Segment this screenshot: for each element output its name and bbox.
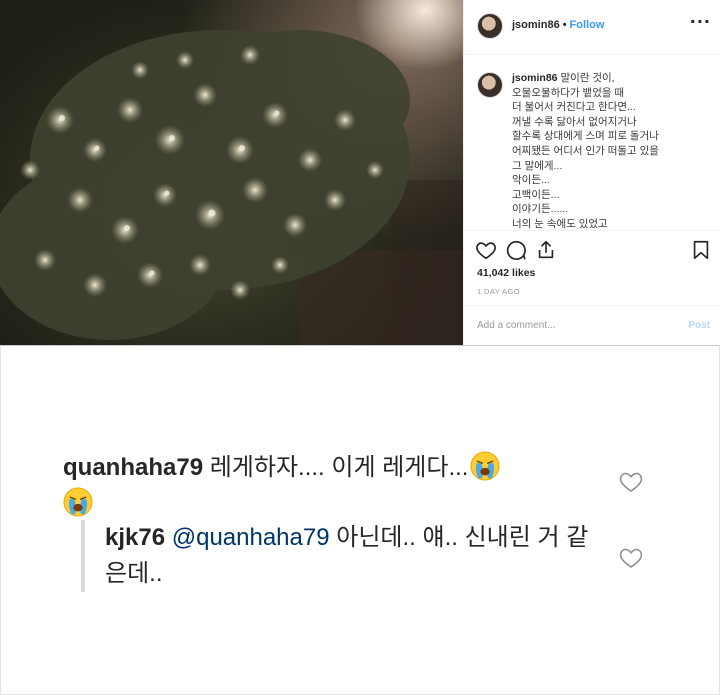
reply-username[interactable]: kjk76 bbox=[105, 524, 165, 551]
share-icon[interactable] bbox=[535, 239, 557, 261]
comment: quanhaha79 레게하자.... 이게 레게다... bbox=[63, 450, 583, 522]
flower-bush-image bbox=[0, 30, 463, 345]
action-bar: 41,042 likes 1 DAY AGO bbox=[464, 230, 720, 305]
separator-dot: • bbox=[562, 19, 567, 31]
like-reply-heart-icon[interactable] bbox=[618, 546, 644, 570]
comment-icon[interactable] bbox=[505, 239, 527, 261]
comment-text: 레게하자.... 이게 레게다... bbox=[203, 454, 469, 481]
crying-face-emoji bbox=[63, 487, 93, 517]
post-username-row: jsomin86 • Follow bbox=[512, 19, 604, 31]
caption: jsomin86 말이란 것이, 오물오물하다가 뱉었을 때 더 불어서 커진다… bbox=[464, 55, 720, 230]
post-username[interactable]: jsomin86 bbox=[512, 19, 560, 31]
like-count[interactable]: 41,042 likes bbox=[477, 267, 535, 279]
like-comment-heart-icon[interactable] bbox=[618, 470, 644, 494]
comments-section: quanhaha79 레게하자.... 이게 레게다... kjk76 @qua… bbox=[0, 345, 720, 695]
post-comment-button[interactable]: Post bbox=[688, 320, 710, 331]
follow-button[interactable]: Follow bbox=[570, 19, 605, 31]
post-sidebar: jsomin86 • Follow ··· jsomin86 말이란 것이, 오물오… bbox=[463, 0, 720, 345]
comment-username[interactable]: quanhaha79 bbox=[63, 454, 203, 481]
reply-thread: kjk76 @quanhaha79 아닌데.. 얘.. 신내린 거 같은데.. bbox=[81, 520, 601, 592]
crying-face-emoji bbox=[470, 451, 500, 481]
bookmark-icon[interactable] bbox=[690, 239, 712, 261]
comment-input[interactable]: Add a comment... bbox=[477, 320, 555, 331]
reply-comment: kjk76 @quanhaha79 아닌데.. 얘.. 신내린 거 같은데.. bbox=[105, 520, 605, 592]
post-header: jsomin86 • Follow ··· bbox=[464, 0, 720, 55]
caption-body: jsomin86 말이란 것이, 오물오물하다가 뱉었을 때 더 불어서 커진다… bbox=[512, 71, 712, 230]
instagram-post: jsomin86 • Follow ··· jsomin86 말이란 것이, 오물오… bbox=[0, 0, 720, 345]
heart-icon[interactable] bbox=[475, 239, 497, 261]
post-timestamp[interactable]: 1 DAY AGO bbox=[477, 287, 520, 296]
caption-text: 말이란 것이, 오물오물하다가 뱉었을 때 더 불어서 커진다고 한다면... … bbox=[512, 72, 659, 230]
avatar[interactable] bbox=[477, 13, 503, 39]
add-comment-bar: Add a comment... Post bbox=[464, 305, 720, 345]
post-photo[interactable] bbox=[0, 0, 463, 345]
mention-link[interactable]: @quanhaha79 bbox=[172, 524, 330, 551]
caption-avatar[interactable] bbox=[477, 72, 503, 98]
caption-username[interactable]: jsomin86 bbox=[512, 72, 558, 84]
more-options-icon[interactable]: ··· bbox=[690, 12, 711, 31]
